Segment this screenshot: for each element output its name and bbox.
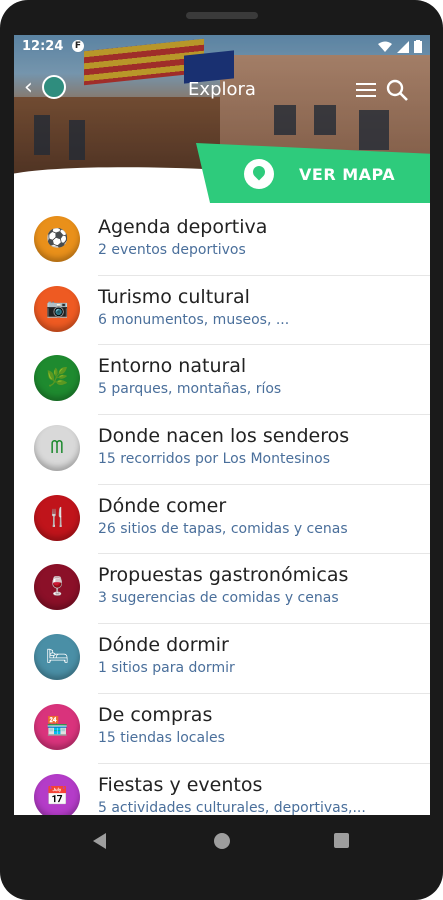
item-title: Agenda deportiva bbox=[98, 216, 268, 238]
shop-icon: 🏪 bbox=[34, 703, 80, 750]
speaker-grille bbox=[186, 12, 258, 19]
battery-icon bbox=[414, 40, 422, 53]
item-subtitle: 26 sitios de tapas, comidas y cenas bbox=[98, 520, 348, 537]
item-subtitle: 5 actividades culturales, deportivas,... bbox=[98, 799, 366, 816]
app-screen: 12:24 F ‹ Explora VER MAPA ⚽ Agenda depo… bbox=[14, 35, 430, 815]
camera-icon: 📷 bbox=[34, 285, 80, 332]
system-nav-bar bbox=[0, 815, 443, 867]
item-title: Fiestas y eventos bbox=[98, 773, 263, 796]
menu-icon[interactable] bbox=[356, 79, 376, 101]
view-map-label: VER MAPA bbox=[299, 165, 396, 184]
nav-back-icon[interactable] bbox=[93, 833, 106, 849]
item-subtitle: 2 eventos deportivos bbox=[98, 242, 246, 258]
list-item[interactable]: 🌿 Entorno natural 5 parques, montañas, r… bbox=[34, 345, 430, 416]
item-subtitle: 15 tiendas locales bbox=[98, 729, 225, 746]
map-pin-icon bbox=[244, 159, 274, 189]
category-list: ⚽ Agenda deportiva 2 eventos deportivos … bbox=[14, 206, 430, 815]
nav-home-icon[interactable] bbox=[214, 833, 230, 849]
item-title: Propuestas gastronómicas bbox=[98, 564, 349, 587]
calendar-icon: 📅 bbox=[34, 773, 80, 815]
list-item[interactable]: 🛏 Dónde dormir 1 sitios para dormir bbox=[34, 624, 430, 694]
list-item[interactable]: 🍷 Propuestas gastronómicas 3 sugerencias… bbox=[34, 554, 430, 625]
item-title: Entorno natural bbox=[98, 355, 247, 378]
cutlery-icon: 🍴 bbox=[34, 494, 80, 541]
list-item[interactable]: 📷 Turismo cultural 6 monumentos, museos,… bbox=[34, 276, 430, 346]
item-title: Dónde dormir bbox=[98, 634, 229, 657]
app-bar: ‹ Explora bbox=[14, 73, 430, 109]
bed-icon: 🛏 bbox=[34, 634, 80, 681]
item-title: Dónde comer bbox=[98, 494, 227, 517]
wifi-icon bbox=[378, 41, 392, 52]
list-item[interactable]: ᗰ Donde nacen los senderos 15 recorridos… bbox=[34, 415, 430, 485]
item-subtitle: 15 recorridos por Los Montesinos bbox=[98, 451, 330, 468]
item-subtitle: 6 monumentos, museos, ... bbox=[98, 311, 290, 328]
item-title: Turismo cultural bbox=[98, 285, 250, 308]
sports-icon: ⚽ bbox=[34, 216, 80, 262]
phone-frame: 12:24 F ‹ Explora VER MAPA ⚽ Agenda depo… bbox=[0, 0, 443, 900]
notification-app-icon: F bbox=[72, 40, 84, 52]
item-title: Donde nacen los senderos bbox=[98, 425, 350, 448]
item-subtitle: 1 sitios para dormir bbox=[98, 660, 235, 677]
list-item[interactable]: 📅 Fiestas y eventos 5 actividades cultur… bbox=[34, 764, 430, 816]
status-time: 12:24 bbox=[22, 39, 64, 54]
signal-icon bbox=[397, 40, 409, 53]
nav-recents-icon[interactable] bbox=[334, 833, 349, 848]
list-item[interactable]: 🏪 De compras 15 tiendas locales bbox=[34, 694, 430, 764]
search-icon[interactable] bbox=[386, 79, 408, 101]
item-subtitle: 5 parques, montañas, ríos bbox=[98, 381, 282, 398]
list-item[interactable]: ⚽ Agenda deportiva 2 eventos deportivos bbox=[34, 206, 430, 276]
item-subtitle: 3 sugerencias de comidas y cenas bbox=[98, 590, 339, 607]
item-title: De compras bbox=[98, 703, 213, 726]
trail-icon: ᗰ bbox=[34, 425, 80, 472]
status-bar: 12:24 F bbox=[14, 35, 430, 59]
nature-icon: 🌿 bbox=[34, 355, 80, 402]
list-item[interactable]: 🍴 Dónde comer 26 sitios de tapas, comida… bbox=[34, 485, 430, 555]
gastronomy-icon: 🍷 bbox=[34, 564, 80, 611]
